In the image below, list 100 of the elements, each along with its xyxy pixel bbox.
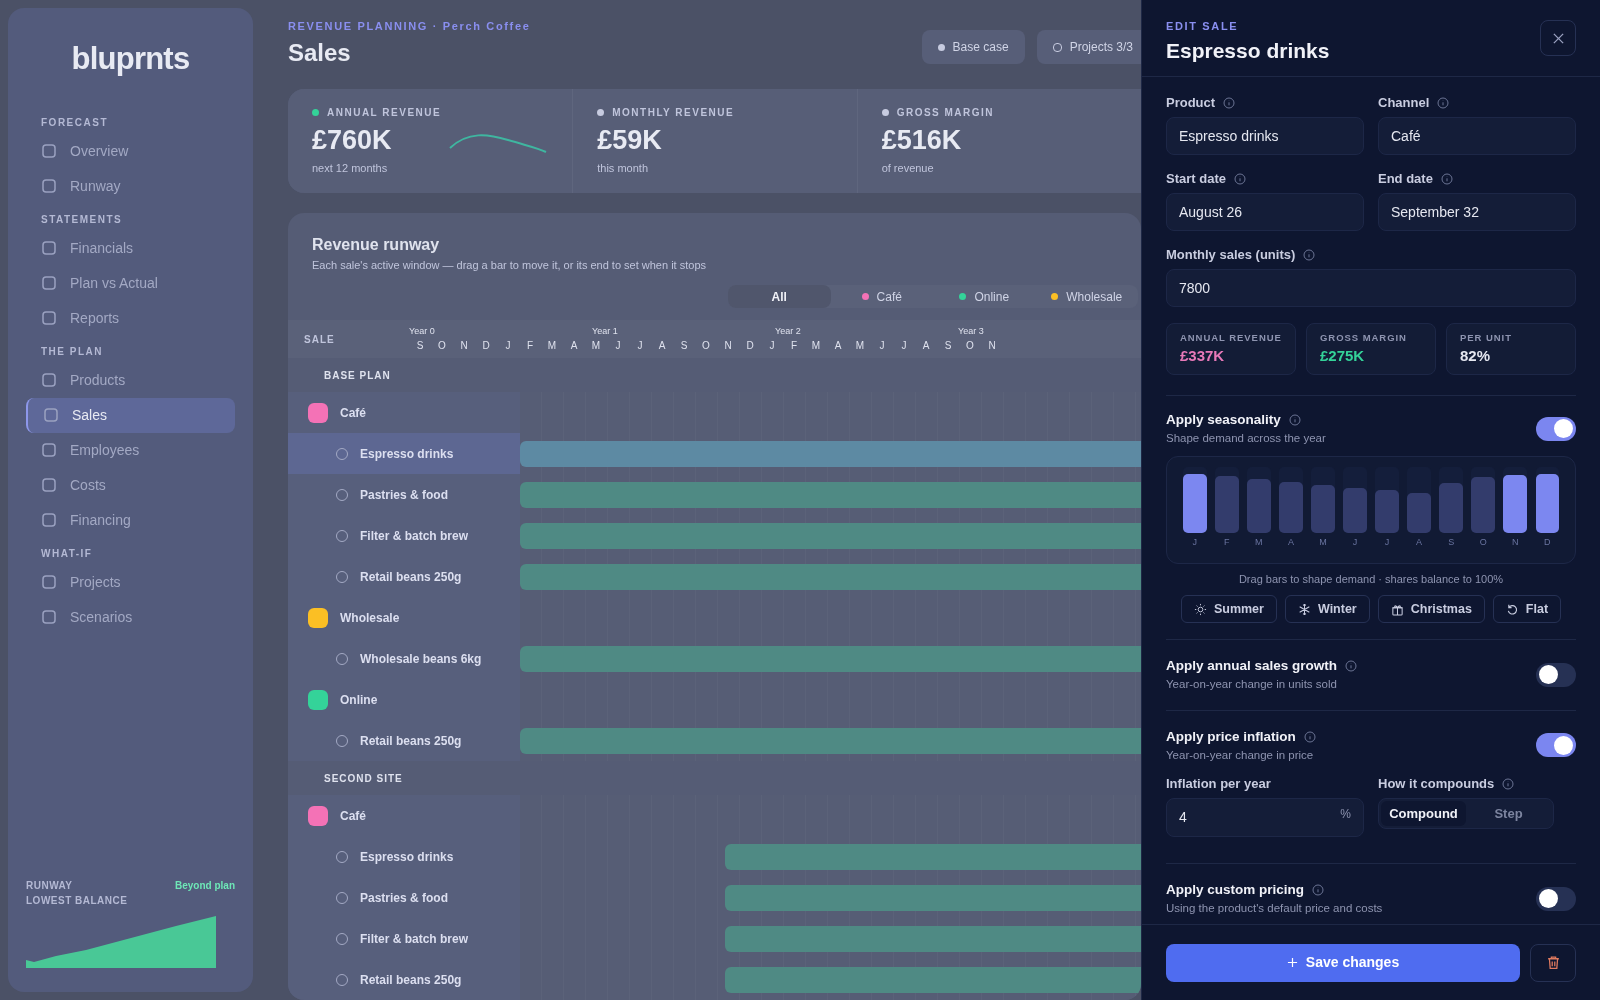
bar-track[interactable] — [1439, 466, 1463, 533]
nav-item[interactable]: Sales — [26, 397, 235, 433]
bar-track[interactable] — [1279, 466, 1303, 533]
sale-name[interactable]: Espresso drinks — [360, 444, 454, 463]
bar-track[interactable] — [1375, 466, 1399, 533]
bar-track[interactable] — [1407, 466, 1431, 533]
filter-tab[interactable]: All — [728, 285, 831, 308]
month-label: A — [833, 339, 843, 354]
year-label: Year 0 — [409, 324, 436, 338]
year-label: Year 1 — [592, 324, 619, 338]
seasonality-chart[interactable]: J F M A M J J A S O N D — [1166, 455, 1576, 564]
sale-name[interactable]: Pastries & food — [360, 485, 449, 504]
toggle-switch[interactable] — [1536, 886, 1576, 911]
timeline-bar[interactable] — [520, 522, 1141, 549]
info-icon[interactable] — [1303, 249, 1316, 261]
close-button[interactable] — [1540, 20, 1576, 56]
filter-tab[interactable]: Wholesale — [1035, 285, 1138, 308]
setting-title: Apply price inflation — [1166, 727, 1296, 746]
month-label: F — [789, 339, 799, 354]
timeline-bar[interactable] — [520, 481, 1141, 508]
month-label: S — [415, 339, 425, 354]
month-label: D — [1544, 535, 1551, 549]
toggle-switch[interactable] — [1536, 662, 1576, 687]
toggle-switch[interactable] — [1536, 733, 1576, 758]
nav-item[interactable]: Financing — [26, 502, 235, 538]
month-label: J — [1384, 535, 1390, 549]
filter-tab[interactable]: Online — [933, 285, 1036, 308]
kpi-label: ANNUAL REVENUE — [327, 105, 442, 120]
info-icon[interactable] — [1437, 97, 1450, 109]
channel-name: Wholesale — [340, 609, 400, 627]
bar-track[interactable] — [1471, 466, 1495, 533]
info-icon[interactable] — [1303, 730, 1316, 743]
toolbar-button[interactable]: Projects 3/3 — [1036, 30, 1141, 64]
month-label: A — [921, 339, 931, 354]
timeline-bar[interactable] — [724, 966, 1141, 993]
info-icon[interactable] — [1345, 660, 1358, 673]
bar-track[interactable] — [1311, 466, 1335, 533]
kpi-note: of revenue — [881, 161, 935, 176]
bar-track[interactable] — [1343, 466, 1367, 533]
segment-option[interactable]: Compound — [1381, 801, 1466, 826]
group-label: SECOND SITE — [323, 771, 404, 786]
input-field[interactable]: Café — [1378, 117, 1576, 155]
month-label: S — [943, 339, 953, 354]
timeline-bar[interactable] — [724, 884, 1141, 911]
nav-item[interactable]: Plan vs Actual — [26, 265, 235, 301]
nav-item[interactable]: Products — [26, 362, 235, 398]
nav-item[interactable]: Overview — [26, 133, 235, 169]
delete-button[interactable] — [1530, 943, 1576, 982]
nav-item[interactable]: Scenarios — [26, 599, 235, 635]
field-label: Product — [1166, 94, 1216, 113]
input-field[interactable]: 4 % — [1166, 798, 1364, 837]
trash-icon — [1545, 955, 1561, 970]
month-label: S — [1448, 535, 1455, 549]
breadcrumb: REVENUE PLANNING · Perch Coffee — [288, 19, 531, 34]
save-button[interactable]: Save changes — [1166, 943, 1520, 982]
input-field[interactable]: 7800 — [1166, 269, 1576, 307]
input-field[interactable]: August 26 — [1166, 193, 1364, 231]
sale-name[interactable]: Pastries & food — [360, 888, 449, 907]
stat-value: £337K — [1180, 345, 1226, 366]
setting-title: Apply custom pricing — [1166, 881, 1304, 899]
info-icon[interactable] — [1312, 884, 1324, 897]
info-icon[interactable] — [1223, 97, 1236, 109]
stat-label: ANNUAL REVENUE — [1180, 330, 1282, 345]
chart-caption: Drag bars to shape demand · shares balance to 100% — [1237, 571, 1505, 587]
toggle-switch[interactable] — [1536, 416, 1576, 441]
info-icon[interactable] — [1502, 778, 1515, 790]
month-label: J — [900, 339, 908, 354]
panel-title: Espresso drinks — [1166, 37, 1330, 64]
nav-item[interactable]: Projects — [26, 564, 235, 600]
timeline-bar[interactable] — [520, 645, 1141, 672]
toolbar-button[interactable]: Base case — [921, 30, 1025, 64]
input-field[interactable]: September 32 — [1378, 193, 1576, 231]
timeline-bar[interactable] — [520, 440, 1141, 467]
nav-item[interactable]: Financials — [26, 230, 235, 266]
bar-track[interactable] — [1247, 466, 1271, 533]
filter-tab[interactable]: Café — [830, 285, 933, 308]
timeline-bar[interactable] — [724, 925, 1141, 952]
timeline-bar[interactable] — [724, 843, 1141, 870]
timeline-bar[interactable] — [520, 727, 1141, 754]
input-field[interactable]: Espresso drinks — [1166, 117, 1364, 155]
preset-button[interactable]: Summer — [1180, 595, 1277, 623]
preset-button[interactable]: Flat — [1492, 595, 1562, 623]
sale-name[interactable]: Espresso drinks — [360, 847, 454, 866]
info-icon[interactable] — [1288, 414, 1301, 427]
info-icon[interactable] — [1440, 173, 1453, 185]
snowflake-icon — [1297, 602, 1311, 616]
nav-item[interactable]: Costs — [26, 467, 235, 503]
month-label: M — [810, 339, 822, 354]
month-label: M — [854, 339, 866, 354]
month-label: F — [525, 339, 535, 354]
nav-item[interactable]: Employees — [26, 432, 235, 468]
info-icon[interactable] — [1233, 173, 1246, 185]
month-label: J — [636, 339, 644, 354]
preset-button[interactable]: Winter — [1284, 595, 1370, 623]
preset-button[interactable]: Christmas — [1377, 595, 1485, 623]
nav-item[interactable]: Reports — [26, 300, 235, 336]
page-title: Sales — [288, 37, 352, 68]
segment-option[interactable]: Step — [1466, 801, 1551, 826]
timeline-bar[interactable] — [520, 563, 1141, 590]
nav-item[interactable]: Runway — [26, 168, 235, 204]
